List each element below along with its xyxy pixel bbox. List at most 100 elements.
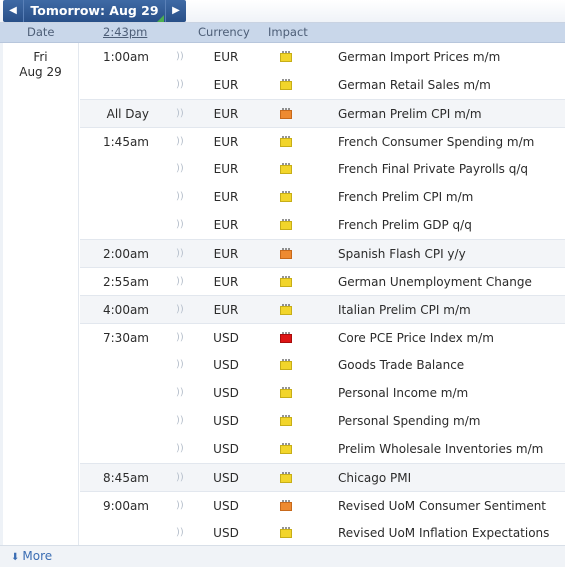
sound-alert-icon[interactable]: )) (176, 183, 186, 211)
event-row[interactable]: 4:00am)) EUR Italian Prelim CPI m/m (80, 295, 565, 324)
impact-low-icon[interactable] (280, 219, 292, 230)
event-time (80, 519, 149, 547)
sound-alert-icon[interactable]: )) (176, 211, 186, 239)
impact-cell (280, 155, 294, 183)
event-title[interactable]: Revised UoM Inflation Expectations (338, 519, 549, 547)
impact-low-icon[interactable] (280, 79, 292, 90)
impact-cell (280, 268, 294, 296)
sound-alert-icon[interactable]: )) (176, 240, 186, 268)
event-row[interactable]: )) USD Personal Income m/m (80, 379, 565, 407)
event-row[interactable]: )) USD Prelim Wholesale Inventories m/m (80, 435, 565, 463)
event-currency: USD (213, 414, 239, 428)
event-currency: USD (213, 526, 239, 540)
event-title[interactable]: German Prelim CPI m/m (338, 100, 482, 128)
event-title[interactable]: Chicago PMI (338, 464, 411, 492)
sound-alert-icon[interactable]: )) (176, 324, 186, 352)
impact-low-icon[interactable] (280, 359, 292, 370)
event-title[interactable]: German Retail Sales m/m (338, 71, 491, 99)
impact-medium-icon[interactable] (280, 248, 292, 259)
event-row[interactable]: 7:30am)) USD Core PCE Price Index m/m (80, 323, 565, 352)
current-day-title[interactable]: Tomorrow: Aug 29 (25, 0, 164, 22)
event-time (80, 351, 149, 379)
event-row[interactable]: 2:00am)) EUR Spanish Flash CPI y/y (80, 239, 565, 268)
event-time: 8:45am (103, 471, 149, 485)
event-title[interactable]: Personal Spending m/m (338, 407, 480, 435)
impact-low-icon[interactable] (280, 51, 292, 62)
current-time-link[interactable]: 2:43pm (103, 23, 147, 42)
impact-low-icon[interactable] (280, 163, 292, 174)
sound-alert-icon[interactable]: )) (176, 492, 186, 520)
event-time: 1:45am (103, 135, 149, 149)
sound-alert-icon[interactable]: )) (176, 268, 186, 296)
sound-alert-icon[interactable]: )) (176, 435, 186, 463)
sound-alert-icon[interactable]: )) (176, 128, 186, 156)
event-title[interactable]: French Prelim GDP q/q (338, 211, 472, 239)
event-title[interactable]: Personal Income m/m (338, 379, 468, 407)
impact-medium-icon[interactable] (280, 500, 292, 511)
event-title[interactable]: Revised UoM Consumer Sentiment (338, 492, 546, 520)
impact-low-icon[interactable] (280, 443, 292, 454)
event-row[interactable]: 1:00am)) EUR German Import Prices m/m (80, 43, 565, 71)
event-row[interactable]: )) EUR French Final Private Payrolls q/q (80, 155, 565, 183)
impact-cell (280, 183, 294, 211)
event-time (80, 71, 149, 99)
sound-alert-icon[interactable]: )) (176, 407, 186, 435)
impact-low-icon[interactable] (280, 527, 292, 538)
event-row[interactable]: 8:45am)) USD Chicago PMI (80, 463, 565, 492)
event-row[interactable]: )) USD Goods Trade Balance (80, 351, 565, 379)
event-time: 1:00am (103, 50, 149, 64)
sound-alert-icon[interactable]: )) (176, 464, 186, 492)
day-weekday: Fri (33, 50, 48, 64)
event-title[interactable]: Italian Prelim CPI m/m (338, 296, 471, 324)
sound-alert-icon[interactable]: )) (176, 519, 186, 547)
event-row[interactable]: )) EUR French Prelim GDP q/q (80, 211, 565, 239)
event-title[interactable]: Goods Trade Balance (338, 351, 464, 379)
event-row[interactable]: )) EUR French Prelim CPI m/m (80, 183, 565, 211)
event-time (80, 211, 149, 239)
event-title[interactable]: French Consumer Spending m/m (338, 128, 534, 156)
sound-alert-icon[interactable]: )) (176, 296, 186, 324)
event-row[interactable]: 1:45am)) EUR French Consumer Spending m/m (80, 127, 565, 156)
sound-alert-icon[interactable]: )) (176, 155, 186, 183)
triangle-left-icon[interactable]: ◀ (3, 0, 24, 22)
impact-low-icon[interactable] (280, 304, 292, 315)
event-title[interactable]: German Unemployment Change (338, 268, 532, 296)
event-row[interactable]: )) EUR German Retail Sales m/m (80, 71, 565, 99)
triangle-right-icon[interactable]: ▶ (165, 0, 186, 22)
header-date: Date (27, 25, 55, 39)
event-row[interactable]: All Day)) EUR German Prelim CPI m/m (80, 99, 565, 128)
impact-low-icon[interactable] (280, 191, 292, 202)
impact-medium-icon[interactable] (280, 108, 292, 119)
sound-alert-icon[interactable]: )) (176, 379, 186, 407)
event-row[interactable]: 2:55am)) EUR German Unemployment Change (80, 267, 565, 296)
impact-cell (280, 211, 294, 239)
impact-low-icon[interactable] (280, 136, 292, 147)
event-currency: EUR (213, 135, 239, 149)
impact-low-icon[interactable] (280, 387, 292, 398)
event-title[interactable]: Spanish Flash CPI y/y (338, 240, 466, 268)
event-time (80, 155, 149, 183)
event-title[interactable]: German Import Prices m/m (338, 43, 500, 71)
sound-alert-icon[interactable]: )) (176, 100, 186, 128)
event-row[interactable]: )) USD Personal Spending m/m (80, 407, 565, 435)
event-currency: EUR (213, 275, 239, 289)
sound-alert-icon[interactable]: )) (176, 71, 186, 99)
event-title[interactable]: Core PCE Price Index m/m (338, 324, 494, 352)
impact-low-icon[interactable] (280, 472, 292, 483)
more-link[interactable]: ⬇ More (11, 546, 52, 568)
event-currency: EUR (213, 190, 239, 204)
event-time: 2:00am (103, 247, 149, 261)
event-row[interactable]: )) USD Revised UoM Inflation Expectations (80, 519, 565, 547)
event-row[interactable]: 9:00am)) USD Revised UoM Consumer Sentimen… (80, 491, 565, 520)
sound-alert-icon[interactable]: )) (176, 43, 186, 71)
impact-cell (280, 324, 294, 352)
impact-low-icon[interactable] (280, 276, 292, 287)
event-time: 9:00am (103, 499, 149, 513)
sound-alert-icon[interactable]: )) (176, 351, 186, 379)
event-title[interactable]: French Prelim CPI m/m (338, 183, 473, 211)
event-title[interactable]: French Final Private Payrolls q/q (338, 155, 528, 183)
impact-low-icon[interactable] (280, 415, 292, 426)
down-arrow-icon: ⬇ (11, 552, 20, 563)
impact-high-icon[interactable] (280, 332, 292, 343)
event-title[interactable]: Prelim Wholesale Inventories m/m (338, 435, 543, 463)
